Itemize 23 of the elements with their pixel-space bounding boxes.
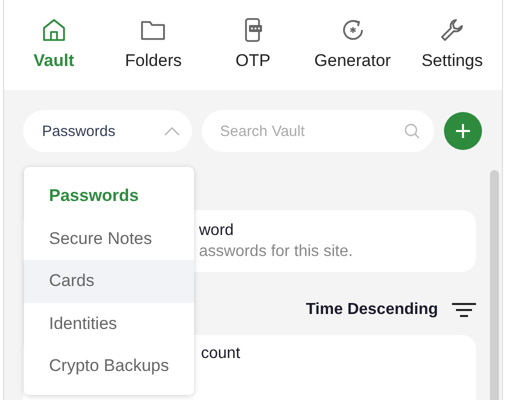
- nav-tab[interactable]: Folders: [104, 0, 204, 90]
- nav-tab[interactable]: Settings: [402, 0, 502, 90]
- card-text: asswords for this site.: [199, 243, 354, 261]
- menu-item[interactable]: Passwords: [24, 175, 194, 218]
- card-title: word: [199, 222, 235, 240]
- plus-icon: [456, 124, 470, 138]
- wrench-icon: [439, 17, 466, 43]
- menu-item[interactable]: Crypto Backups: [24, 345, 194, 388]
- home-icon: [40, 17, 67, 43]
- menu-item[interactable]: Secure Notes: [24, 218, 194, 260]
- filter-icon[interactable]: [452, 302, 476, 318]
- item-title: count: [201, 345, 242, 363]
- caret-icon: [164, 126, 180, 136]
- nav-tab[interactable]: Generator: [302, 0, 402, 90]
- nav-tab[interactable]: Vault: [4, 0, 104, 90]
- add-button[interactable]: [444, 112, 482, 150]
- type-dropdown[interactable]: Passwords: [23, 110, 192, 152]
- search-field[interactable]: Search Vault: [202, 110, 434, 152]
- nav-tab[interactable]: OTP: [203, 0, 303, 90]
- menu-item[interactable]: Cards: [24, 260, 194, 302]
- search-icon: [404, 123, 420, 139]
- sort-label: Time Descending: [306, 301, 438, 319]
- scrollbar[interactable]: [490, 170, 499, 400]
